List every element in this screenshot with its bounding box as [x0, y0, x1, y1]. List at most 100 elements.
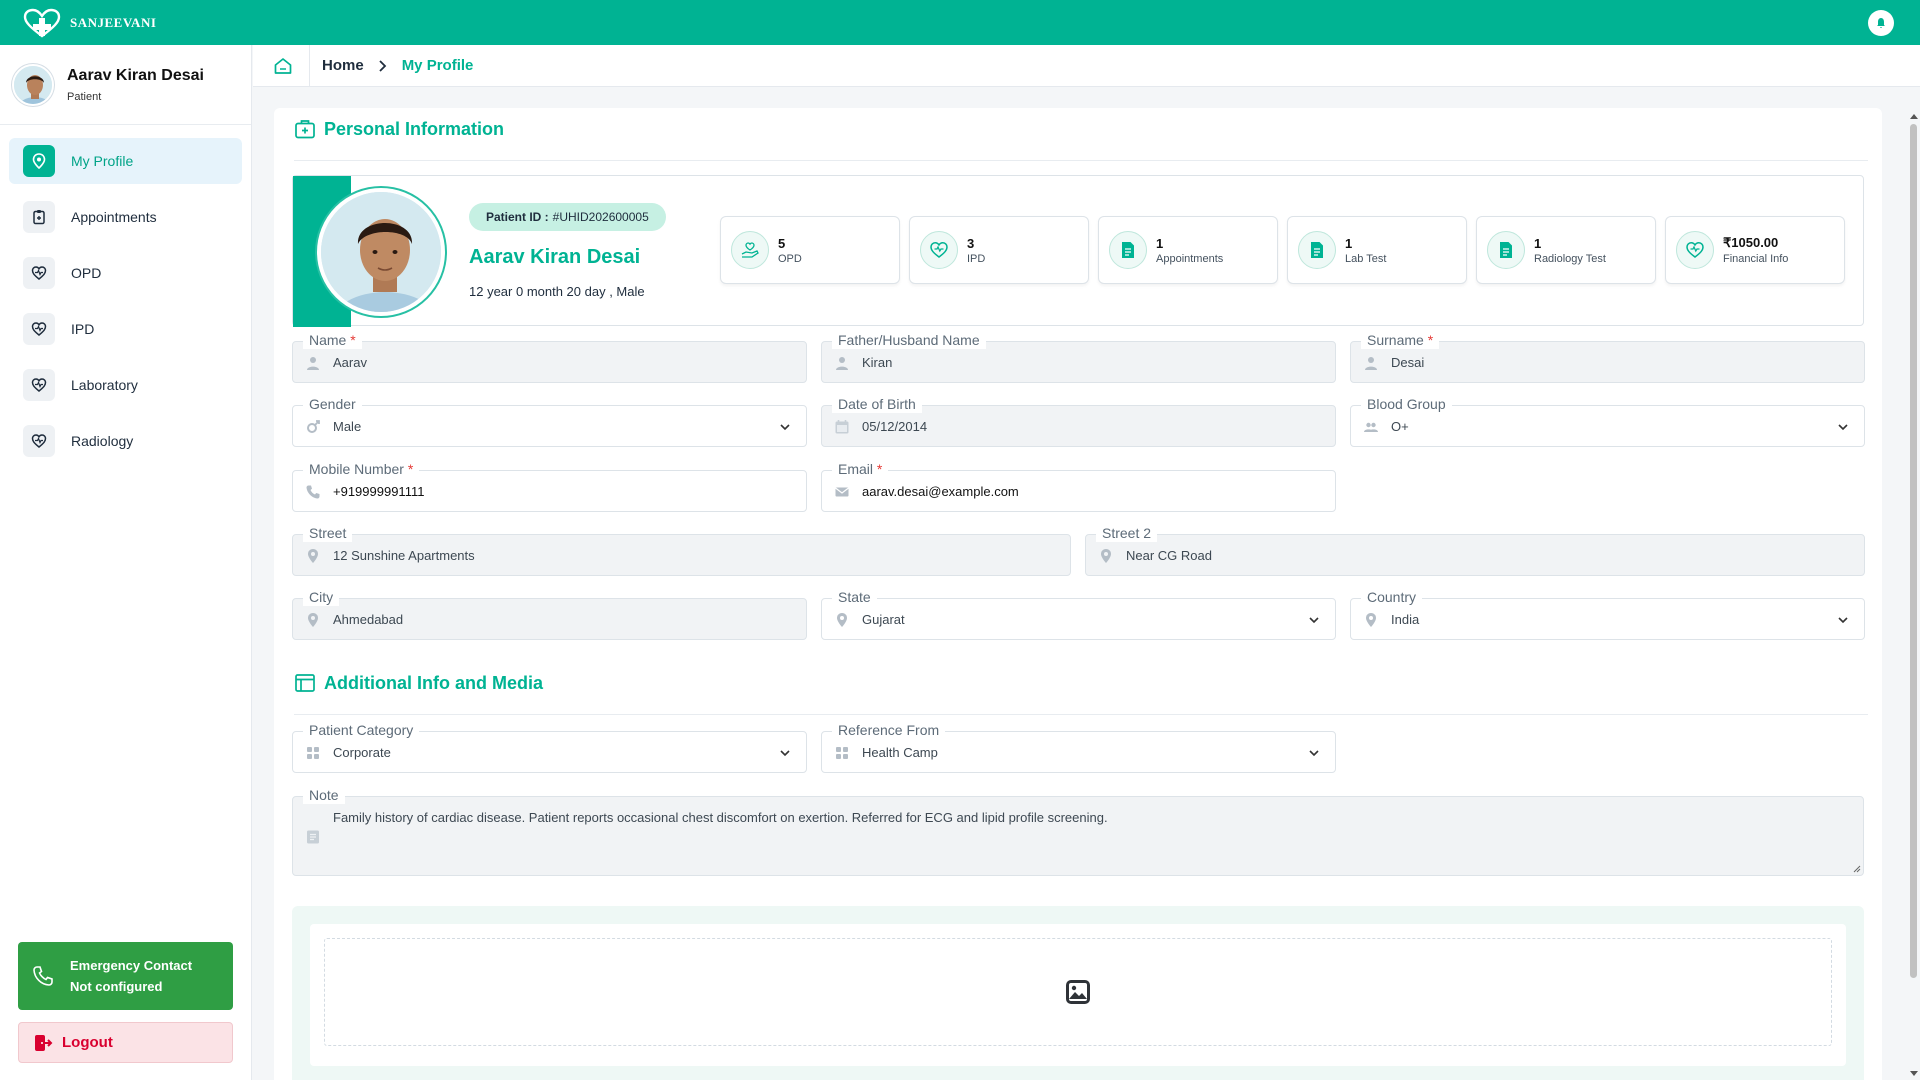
heart-icon	[23, 369, 55, 401]
user-role: Patient	[67, 90, 102, 103]
heart-icon	[1676, 231, 1714, 269]
mail-icon	[835, 487, 849, 497]
stat-card-opd[interactable]: 5 OPD	[720, 216, 900, 284]
patient-age-gender: 12 year 0 month 20 day , Male	[469, 284, 645, 299]
user-name: Aarav Kiran Desai	[67, 66, 204, 84]
user-icon	[836, 357, 848, 370]
patient-category-value: Corporate	[333, 745, 391, 760]
field-label: Name *	[303, 331, 362, 349]
stat-card-lab-test[interactable]: 1 Lab Test	[1287, 216, 1467, 284]
surname-field[interactable]: Surname * Desai	[1350, 331, 1865, 383]
location-pin-icon	[1101, 549, 1111, 563]
patient-id-value: #UHID202600005	[552, 210, 649, 224]
sidebar-item-opd[interactable]: OPD	[9, 250, 242, 296]
gender-icon	[307, 420, 320, 433]
street-2-value: Near CG Road	[1126, 548, 1212, 563]
heart-icon	[23, 425, 55, 457]
breadcrumb: Home My Profile	[253, 44, 1920, 87]
sidebar-item-appointments[interactable]: Appointments	[9, 194, 242, 240]
field-label: Mobile Number *	[303, 460, 420, 478]
note-icon	[307, 830, 319, 844]
sidebar-item-label: OPD	[71, 265, 102, 281]
blood-group-select[interactable]: Blood Group O+	[1350, 395, 1865, 447]
patient-id-badge: Patient ID : #UHID202600005	[469, 203, 666, 231]
country-select[interactable]: Country India	[1350, 588, 1865, 640]
breadcrumb-home-link[interactable]: Home	[322, 57, 364, 74]
stat-card-financial-info[interactable]: ₹1050.00 Financial Info	[1665, 216, 1845, 284]
stat-card-ipd[interactable]: 3 IPD	[909, 216, 1089, 284]
section-title-personal: Personal Information	[294, 118, 504, 140]
stat-label: Appointments	[1156, 252, 1224, 265]
scroll-up-icon[interactable]	[1909, 112, 1919, 120]
app-logo[interactable]: Sanjeevani	[22, 8, 156, 38]
name-field[interactable]: Name * Aarav	[292, 331, 807, 383]
user-avatar[interactable]	[12, 63, 54, 106]
note-textarea[interactable]: Note Family history of cardiac disease. …	[292, 786, 1864, 876]
field-label: Blood Group	[1361, 395, 1452, 413]
patient-category-select[interactable]: Patient Category Corporate	[292, 721, 807, 773]
users-icon	[1364, 422, 1378, 432]
sidebar-item-my-profile[interactable]: My Profile	[9, 138, 242, 184]
field-label: Reference From	[832, 721, 946, 739]
reference-from-select[interactable]: Reference From Health Camp	[821, 721, 1336, 773]
sidebar-nav: My Profile Appointments OPD IPD Laborato…	[0, 125, 251, 464]
briefcase-medical-icon	[295, 120, 315, 139]
stat-label: Radiology Test	[1534, 252, 1606, 265]
state-select[interactable]: State Gujarat	[821, 588, 1336, 640]
patient-name: Aarav Kiran Desai	[469, 246, 641, 268]
emergency-contact-status: Not configured	[70, 979, 163, 994]
stat-value: 1	[1534, 235, 1542, 251]
breadcrumb-current: My Profile	[401, 57, 474, 74]
stat-card-appointments[interactable]: 1 Appointments	[1098, 216, 1278, 284]
street-value: 12 Sunshine Apartments	[333, 548, 475, 563]
notification-button[interactable]	[1868, 10, 1894, 36]
sidebar-item-radiology[interactable]: Radiology	[9, 418, 242, 464]
resize-handle-icon[interactable]	[1851, 863, 1861, 873]
chevron-down-icon	[1309, 750, 1319, 757]
heart-icon	[920, 231, 958, 269]
email-field[interactable]: Email * aarav.desai@example.com	[821, 460, 1336, 512]
field-label: Surname *	[1361, 331, 1440, 349]
grid-icon	[307, 747, 319, 759]
street-field[interactable]: Street 12 Sunshine Apartments	[292, 524, 1071, 576]
dob-value: 05/12/2014	[862, 419, 928, 434]
user-summary: Aarav Kiran Desai Patient	[0, 45, 251, 125]
top-bar: Sanjeevani	[0, 0, 1920, 45]
gender-select[interactable]: Gender Male	[292, 395, 807, 447]
section-title-additional: Additional Info and Media	[294, 672, 543, 694]
field-label: Gender	[303, 395, 362, 413]
city-field[interactable]: City Ahmedabad	[292, 588, 807, 640]
vertical-scrollbar[interactable]	[1906, 110, 1918, 1078]
mobile-number-field[interactable]: Mobile Number * +919999991111	[292, 460, 807, 512]
media-upload-area[interactable]	[324, 938, 1832, 1046]
home-icon[interactable]	[273, 56, 293, 76]
sidebar-item-laboratory[interactable]: Laboratory	[9, 362, 242, 408]
logout-button[interactable]: Logout	[18, 1022, 233, 1063]
scroll-down-icon[interactable]	[1909, 1070, 1919, 1078]
heart-icon	[23, 257, 55, 289]
phone-icon	[33, 966, 53, 986]
patient-photo[interactable]	[317, 188, 445, 316]
date-of-birth-field[interactable]: Date of Birth 05/12/2014	[821, 395, 1336, 447]
field-label: Street	[303, 524, 353, 542]
emergency-contact-card[interactable]: Emergency Contact Not configured	[18, 942, 233, 1010]
app-name: Sanjeevani	[70, 14, 157, 30]
sidebar-item-label: Laboratory	[71, 377, 138, 393]
grid-icon	[836, 747, 848, 759]
chevron-down-icon	[1838, 424, 1848, 431]
email-value: aarav.desai@example.com	[862, 484, 1019, 499]
chevron-right-icon	[379, 59, 386, 72]
profile-pin-icon	[23, 145, 55, 177]
sidebar-item-ipd[interactable]: IPD	[9, 306, 242, 352]
stat-card-radiology-test[interactable]: 1 Radiology Test	[1476, 216, 1656, 284]
logout-label: Logout	[62, 1034, 113, 1051]
logo-heart-cross-icon	[23, 8, 61, 38]
father-husband-name-field[interactable]: Father/Husband Name Kiran	[821, 331, 1336, 383]
gender-value: Male	[333, 419, 362, 434]
field-label: Father/Husband Name	[832, 331, 986, 349]
scrollbar-thumb[interactable]	[1910, 124, 1917, 978]
field-label: Date of Birth	[832, 395, 922, 413]
country-value: India	[1391, 612, 1420, 627]
street-2-field[interactable]: Street 2 Near CG Road	[1085, 524, 1865, 576]
city-value: Ahmedabad	[333, 612, 404, 627]
